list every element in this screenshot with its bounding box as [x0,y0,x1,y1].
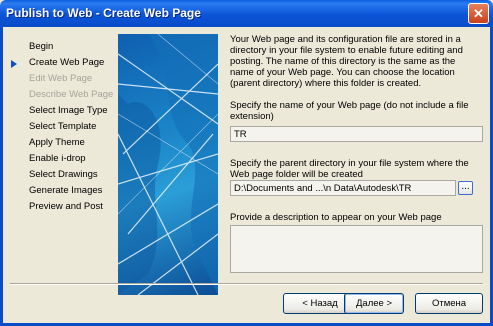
cancel-button[interactable]: Отмена [415,293,483,314]
step-label: Select Drawings [29,169,98,180]
step-edit-web-page: Edit Web Page [29,73,92,85]
step-label: Begin [29,41,54,52]
step-select-drawings[interactable]: Select Drawings [29,169,98,181]
wizard-banner-image [118,34,218,295]
step-label: Enable i-drop [29,153,86,164]
step-apply-theme[interactable]: Apply Theme [29,137,85,149]
intro-text: Your Web page and its configuration file… [230,34,463,89]
parent-dir-label: Specify the parent directory in your fil… [230,158,469,180]
close-icon: ✕ [473,6,484,21]
current-step-arrow-icon [11,60,17,68]
step-enable-i-drop[interactable]: Enable i-drop [29,153,86,165]
parent-directory-field[interactable]: D:\Documents and ...\n Data\Autodesk\TR [230,180,456,196]
step-label: Describe Web Page [29,89,114,100]
step-preview-and-post[interactable]: Preview and Post [29,201,103,213]
next-button[interactable]: Далее > [344,293,404,314]
step-label: Edit Web Page [29,73,93,84]
step-begin[interactable]: Begin [29,41,53,53]
web-page-name-field[interactable]: TR [230,126,483,142]
step-select-image-type[interactable]: Select Image Type [29,105,108,117]
step-generate-images[interactable]: Generate Images [29,185,102,197]
step-label: Generate Images [29,185,103,196]
globe-network-icon [118,34,218,295]
divider [10,283,483,285]
description-textarea[interactable] [230,225,483,273]
step-label: Select Template [29,121,97,132]
window-title: Publish to Web - Create Web Page [6,6,201,20]
step-label: Create Web Page [29,57,105,68]
description-label: Provide a description to appear on your … [230,212,442,223]
step-create-web-page[interactable]: Create Web Page [11,57,105,69]
browse-button[interactable]: ... [458,181,473,195]
title-bar: Publish to Web - Create Web Page ✕ [0,0,493,27]
close-button[interactable]: ✕ [468,3,489,24]
step-label: Preview and Post [29,201,103,212]
step-select-template[interactable]: Select Template [29,121,96,133]
step-label: Select Image Type [29,105,108,116]
name-label: Specify the name of your Web page (do no… [230,100,469,122]
step-describe-web-page: Describe Web Page [29,89,113,101]
step-label: Apply Theme [29,137,85,148]
